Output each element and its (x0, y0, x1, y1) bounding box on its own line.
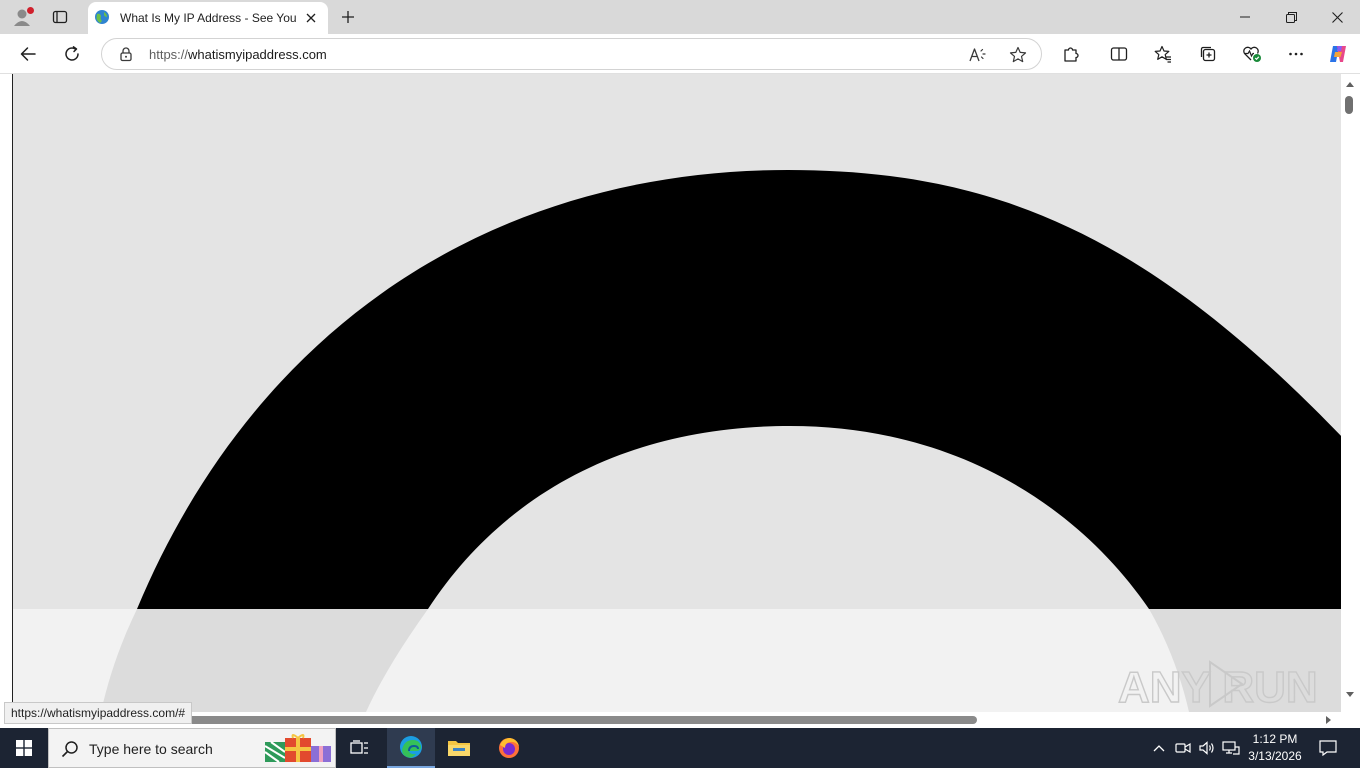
firefox-icon (499, 738, 519, 758)
scroll-down-arrow-icon[interactable] (1345, 691, 1355, 699)
watermark-text: ANY RUN (1118, 663, 1318, 712)
url-host: whatismyipaddress.com (188, 47, 327, 62)
gifts-highlight-icon (264, 734, 331, 763)
vertical-scroll-thumb[interactable] (1345, 96, 1353, 114)
globe-icon (95, 10, 109, 24)
copilot-button[interactable] (1324, 40, 1352, 68)
loading-spinner-arc (101, 170, 1341, 712)
taskbar-search-box[interactable]: Type here to search (48, 728, 336, 768)
taskbar-edge[interactable] (387, 728, 435, 768)
search-icon (61, 741, 78, 758)
clock-date: 3/13/2026 (1248, 749, 1302, 763)
collections-icon (1200, 46, 1216, 62)
restore-icon (1285, 11, 1297, 23)
tray-volume[interactable] (1198, 739, 1216, 757)
screen: What Is My IP Address - See Your https:/… (0, 0, 1360, 768)
scroll-right-arrow-icon[interactable] (1325, 715, 1333, 725)
clock-time: 1:12 PM (1252, 732, 1298, 746)
split-screen-icon (1110, 47, 1128, 61)
task-view-icon (350, 740, 368, 754)
close-window-button[interactable] (1314, 2, 1360, 32)
windows-taskbar: Type here to search 1:12 PM 3/13/2026 (0, 728, 1360, 768)
extensions-button[interactable] (1057, 40, 1085, 68)
edge-icon (400, 736, 422, 758)
close-tab-button[interactable] (302, 9, 320, 27)
taskbar-firefox[interactable] (485, 728, 533, 768)
status-bar-link-preview: https://whatismyipaddress.com/# (4, 702, 193, 724)
tray-network[interactable] (1222, 739, 1240, 757)
windows-logo-icon (16, 740, 32, 756)
collections-button[interactable] (1194, 40, 1222, 68)
start-button[interactable] (0, 728, 48, 768)
more-button[interactable] (1282, 40, 1310, 68)
taskbar-clock[interactable]: 1:12 PM 3/13/2026 (1240, 731, 1310, 765)
url-text[interactable]: https://whatismyipaddress.com (149, 47, 327, 63)
read-aloud-button[interactable] (968, 45, 988, 65)
tab-active[interactable]: What Is My IP Address - See Your (88, 2, 328, 34)
split-screen-button[interactable] (1105, 40, 1133, 68)
new-tab-button[interactable] (336, 5, 360, 29)
favorites-button[interactable] (1149, 40, 1177, 68)
speaker-icon (1199, 741, 1214, 755)
refresh-icon (65, 46, 79, 61)
tab-actions-button[interactable] (46, 5, 74, 29)
favorite-button[interactable] (1008, 45, 1028, 65)
favorites-icon (1154, 45, 1171, 63)
back-arrow-icon (20, 47, 36, 61)
plus-icon (342, 11, 354, 23)
web-viewport: ANY RUN https://whatismyipaddress.com/# (0, 74, 1360, 728)
page-content: ANY RUN (12, 74, 1341, 712)
close-icon (306, 13, 316, 23)
taskbar-file-explorer[interactable] (435, 728, 483, 768)
vertical-scrollbar[interactable] (1341, 74, 1360, 712)
tray-overflow-button[interactable] (1150, 739, 1168, 757)
profile-button[interactable] (8, 5, 36, 29)
close-icon (1331, 11, 1343, 23)
anyrun-watermark: ANY RUN (1118, 660, 1318, 712)
network-icon (1222, 741, 1240, 755)
minimize-icon (1240, 16, 1250, 18)
copilot-icon (1330, 46, 1346, 62)
chevron-up-icon (1153, 745, 1165, 752)
star-icon (1009, 46, 1027, 63)
back-button[interactable] (14, 40, 42, 68)
minimize-button[interactable] (1222, 2, 1268, 32)
search-placeholder: Type here to search (89, 741, 213, 757)
tab-title: What Is My IP Address - See Your (120, 11, 296, 25)
task-view-button[interactable] (336, 728, 384, 768)
browser-tabstrip: What Is My IP Address - See Your (0, 0, 1360, 34)
more-icon (1289, 52, 1303, 56)
scroll-up-arrow-icon[interactable] (1345, 80, 1355, 88)
horizontal-scrollbar[interactable] (0, 712, 1341, 728)
lock-icon[interactable] (118, 46, 134, 62)
profile-alert-dot (27, 7, 34, 14)
notification-center-button[interactable] (1314, 736, 1342, 760)
tab-actions-icon (52, 10, 68, 24)
restore-button[interactable] (1268, 2, 1314, 32)
camera-icon (1175, 742, 1191, 754)
browser-toolbar: https://whatismyipaddress.com (0, 34, 1360, 74)
read-aloud-icon (969, 48, 986, 62)
url-scheme: https:// (149, 47, 189, 62)
browser-essentials-button[interactable] (1238, 40, 1266, 68)
notification-icon (1319, 740, 1337, 756)
tray-meet-now[interactable] (1174, 739, 1192, 757)
address-bar[interactable]: https://whatismyipaddress.com (101, 38, 1042, 70)
horizontal-scroll-thumb[interactable] (186, 716, 977, 724)
puzzle-icon (1064, 47, 1079, 62)
folder-icon (448, 741, 470, 756)
heart-pulse-icon (1243, 46, 1261, 62)
refresh-button[interactable] (58, 40, 86, 68)
